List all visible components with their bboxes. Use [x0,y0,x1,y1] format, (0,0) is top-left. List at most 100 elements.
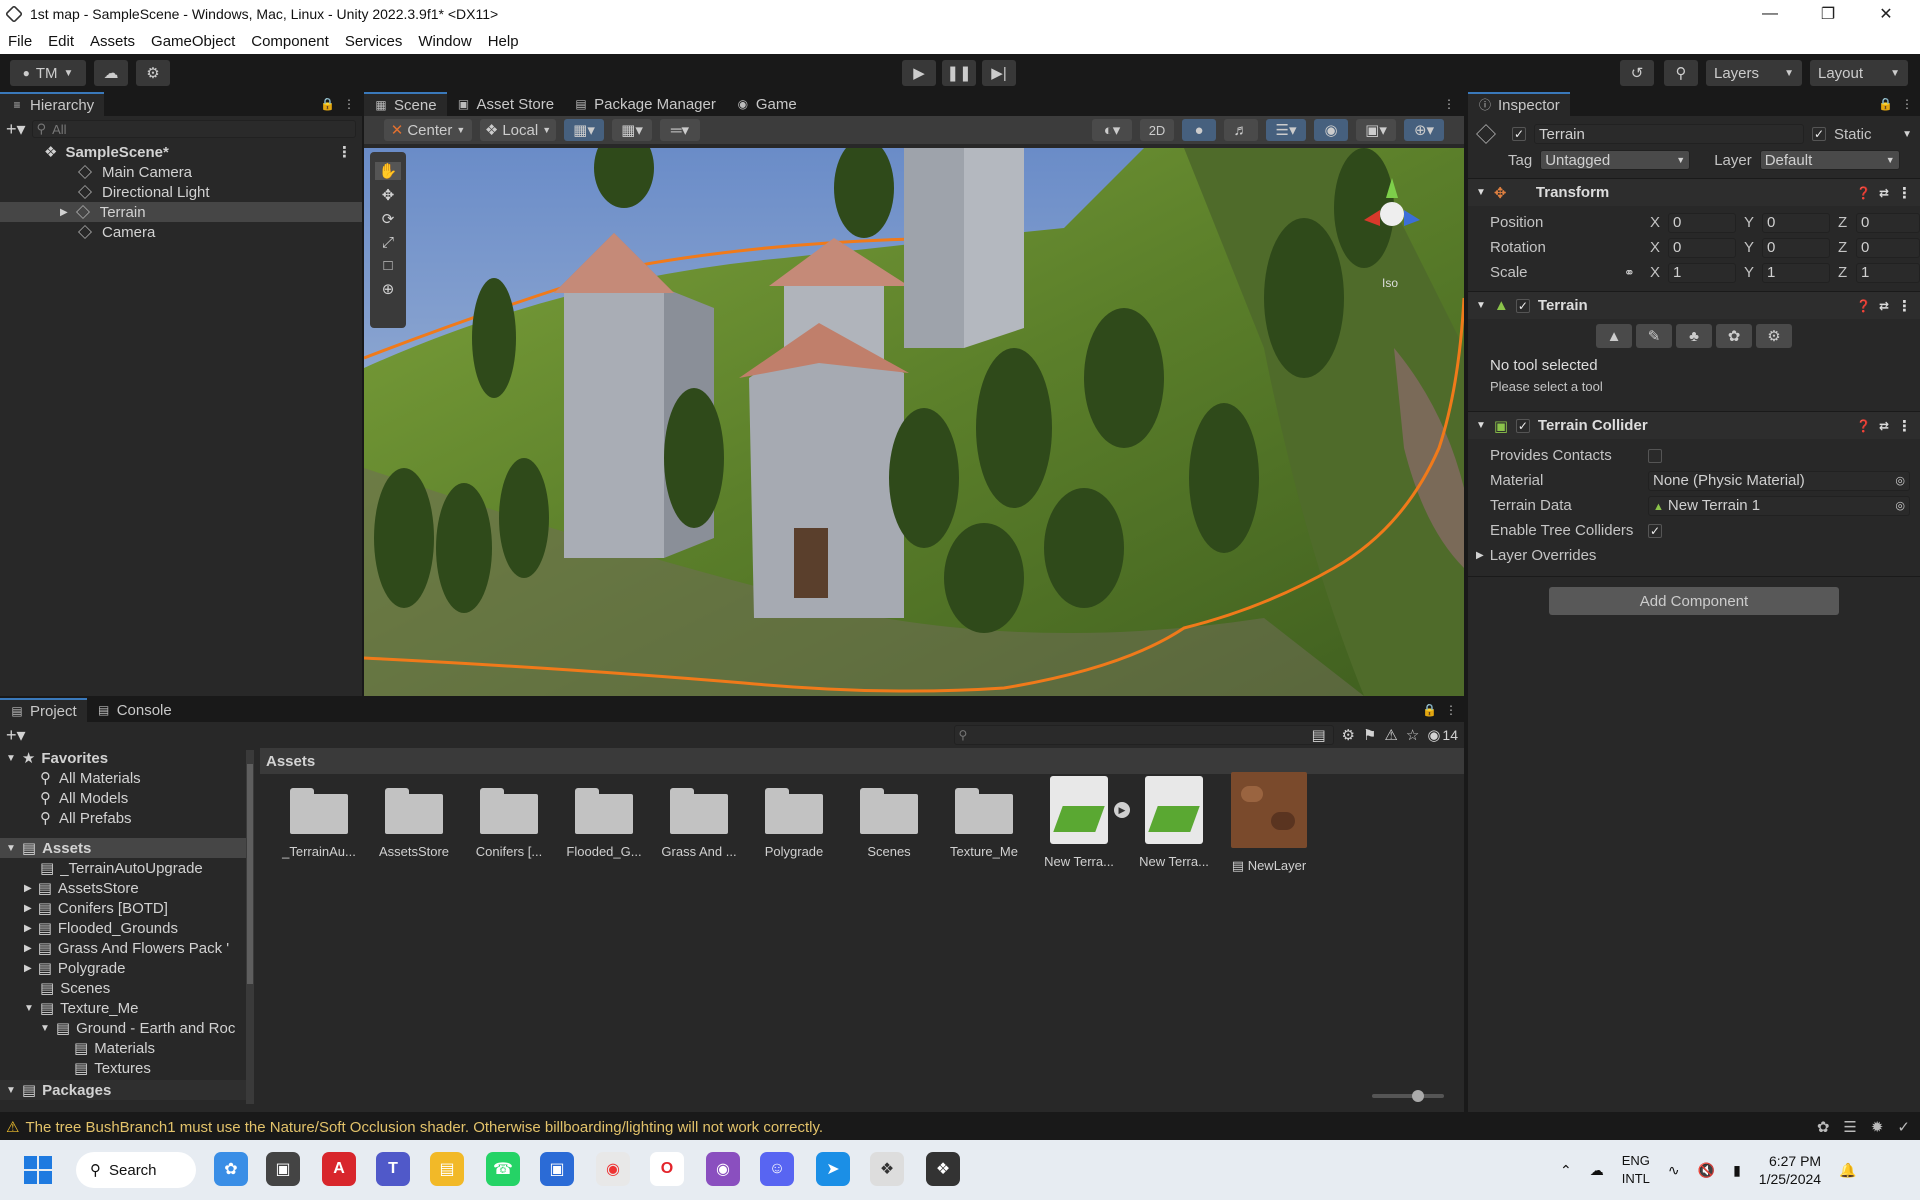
search-by-type-icon[interactable]: ▤ [1312,726,1334,744]
favorite-all-models[interactable]: ⚲ All Models [0,788,248,808]
tab-scene[interactable]: ▦ Scene [364,92,447,116]
lighting-toggle[interactable]: ● [1182,119,1216,141]
discord-icon[interactable]: ☺ [760,1152,794,1186]
add-component-button[interactable]: Add Component [1549,587,1839,615]
more-icon[interactable]: ⋮ [1444,703,1458,717]
task-view-icon[interactable]: ▣ [266,1152,300,1186]
expand-arrow-icon[interactable]: ▶ [60,207,68,218]
unity-editor-icon[interactable]: ❖ [926,1152,960,1186]
collider-enabled-checkbox[interactable]: ✓ [1515,418,1530,433]
tree-folder[interactable]: ▼ ▤ Texture_Me [0,998,248,1018]
menu-edit[interactable]: Edit [40,33,82,50]
layout-dropdown[interactable]: Layout ▼ [1810,60,1908,86]
tree-folder[interactable]: ▼ ▤ Ground - Earth and Roc [0,1018,248,1038]
paint-details-icon[interactable]: ✿ [1716,324,1752,348]
favorites-foldout[interactable]: ▼ ★ Favorites [0,748,248,768]
filter-type-icon[interactable]: ⚙ [1342,726,1355,744]
tree-scrollbar[interactable] [246,750,254,1104]
clock[interactable]: 6:27 PM 1/25/2024 [1759,1152,1821,1188]
layer-overrides-foldout[interactable]: ▶ Layer Overrides [1476,543,1920,568]
lock-icon[interactable]: 🔒 [1878,97,1893,111]
onedrive-icon[interactable]: ☁ [1590,1162,1604,1179]
hidden-packages-icon[interactable]: ◉ 14 [1427,726,1458,744]
tree-folder[interactable]: ▤ Textures [0,1058,248,1078]
scene-root[interactable]: ❖ SampleScene* ⋮ [0,142,362,162]
help-icon[interactable]: ❓ [1856,186,1871,200]
hand-tool-icon[interactable]: ✋ [375,162,401,180]
asset-terrain-data[interactable]: New Terra... [1129,776,1219,869]
packages-foldout[interactable]: ▼ ▤ Packages [0,1080,248,1100]
scale-y-field[interactable]: 1 [1762,262,1830,283]
move-tool-icon[interactable]: ✥ [382,186,395,204]
tree-folder[interactable]: ▤ Materials [0,1038,248,1058]
icon-size-slider[interactable] [1372,1090,1444,1102]
tab-console[interactable]: ▤ Console [87,698,182,722]
transform-header[interactable]: ▼ ✥ Transform ❓ ⇄ ⋮ [1468,178,1920,206]
menu-file[interactable]: File [0,33,40,50]
favorite-all-prefabs[interactable]: ⚲ All Prefabs [0,808,248,828]
favorite-star-icon[interactable]: ☆ [1406,726,1419,744]
menu-assets[interactable]: Assets [82,33,143,50]
2d-toggle[interactable]: 2D [1140,119,1174,141]
more-icon[interactable]: ⋮ [1900,97,1914,111]
whatsapp-icon[interactable]: ☎ [486,1152,520,1186]
cloud-button[interactable]: ☁ [94,60,128,86]
create-neighbor-icon[interactable]: ▲ [1596,324,1632,348]
chevron-up-icon[interactable]: ⌃ [1560,1162,1572,1179]
snap-increment-button[interactable]: ▦▾ [612,119,652,141]
filter-label-icon[interactable]: ⚑ [1363,726,1376,744]
tree-folder[interactable]: ▶ ▤ Grass And Flowers Pack ' [0,938,248,958]
unity-hub-icon[interactable]: ❖ [870,1152,904,1186]
asset-folder[interactable]: Flooded_G... [559,786,649,859]
tree-folder[interactable]: ▶ ▤ AssetsStore [0,878,248,898]
scale-x-field[interactable]: 1 [1668,262,1736,283]
grid-snap-toggle[interactable]: ▦▾ [564,119,604,141]
search-button[interactable]: ⚲ [1664,60,1698,86]
visibility-toggle[interactable]: ◉ [1314,119,1348,141]
teams-icon[interactable]: T [376,1152,410,1186]
provides-contacts-checkbox[interactable] [1648,448,1662,463]
terrain-collider-header[interactable]: ▼ ▣ ✓ Terrain Collider ❓ ⇄ ⋮ [1468,411,1920,439]
scale-tool-icon[interactable]: ⤢ [382,234,394,251]
tab-package-manager[interactable]: ▤ Package Manager [564,92,726,116]
layers-status-icon[interactable]: ☰ [1843,1118,1856,1136]
wifi-icon[interactable]: ∿ [1668,1162,1680,1179]
asset-terrain-data[interactable]: ▶ New Terra... [1034,776,1130,869]
layers-dropdown[interactable]: Layers ▼ [1706,60,1802,86]
account-dropdown[interactable]: ● TM ▼ [10,60,86,86]
more-icon[interactable]: ⋮ [1897,297,1912,315]
draw-mode-dropdown[interactable]: ◐▾ [1092,119,1132,141]
flow-icon[interactable]: ➤ [816,1152,850,1186]
help-icon[interactable]: ❓ [1856,299,1871,313]
lock-icon[interactable]: 🔒 [320,97,335,111]
tab-game[interactable]: ◉ Game [726,92,807,116]
transform-tool-icon[interactable]: ⊕ [382,280,395,298]
tree-folder[interactable]: ▶ ▤ Conifers [BOTD] [0,898,248,918]
terrain-enabled-checkbox[interactable]: ✓ [1515,298,1530,313]
hierarchy-item-terrain[interactable]: ▶ Terrain [0,202,362,222]
taskbar-search-box[interactable]: ⚲ Search [76,1152,196,1188]
active-checkbox[interactable]: ✓ [1512,127,1526,141]
more-icon[interactable]: ⋮ [1897,417,1912,435]
rotation-y-field[interactable]: 0 [1762,237,1830,258]
tree-folder[interactable]: ▤ _TerrainAutoUpgrade [0,858,248,878]
camera-dropdown[interactable]: ▣▾ [1356,119,1396,141]
audio-toggle[interactable]: ♬ [1224,119,1258,141]
preset-icon[interactable]: ⇄ [1879,186,1889,200]
collab-button[interactable]: ⚙ [136,60,170,86]
opera-icon[interactable]: O [650,1152,684,1186]
object-name-input[interactable]: Terrain [1534,124,1804,144]
tab-hierarchy[interactable]: ≡ Hierarchy [0,92,105,116]
acrobat-icon[interactable]: A [322,1152,356,1186]
copilot-icon[interactable]: ✿ [214,1152,248,1186]
tree-folder[interactable]: ▤ Scenes [0,978,248,998]
asset-terrain-layer[interactable]: ▤ NewLayer [1224,772,1314,874]
projection-label[interactable]: Iso [1382,276,1398,290]
project-search-input[interactable]: ⚲ [953,725,1334,745]
effects-dropdown[interactable]: ☰▾ [1266,119,1306,141]
paint-terrain-icon[interactable]: ✎ [1636,324,1672,348]
more-icon[interactable]: ⋮ [337,143,352,161]
play-button[interactable]: ▶ [902,60,936,86]
more-icon[interactable]: ⋮ [1442,97,1456,111]
menu-help[interactable]: Help [480,33,527,50]
